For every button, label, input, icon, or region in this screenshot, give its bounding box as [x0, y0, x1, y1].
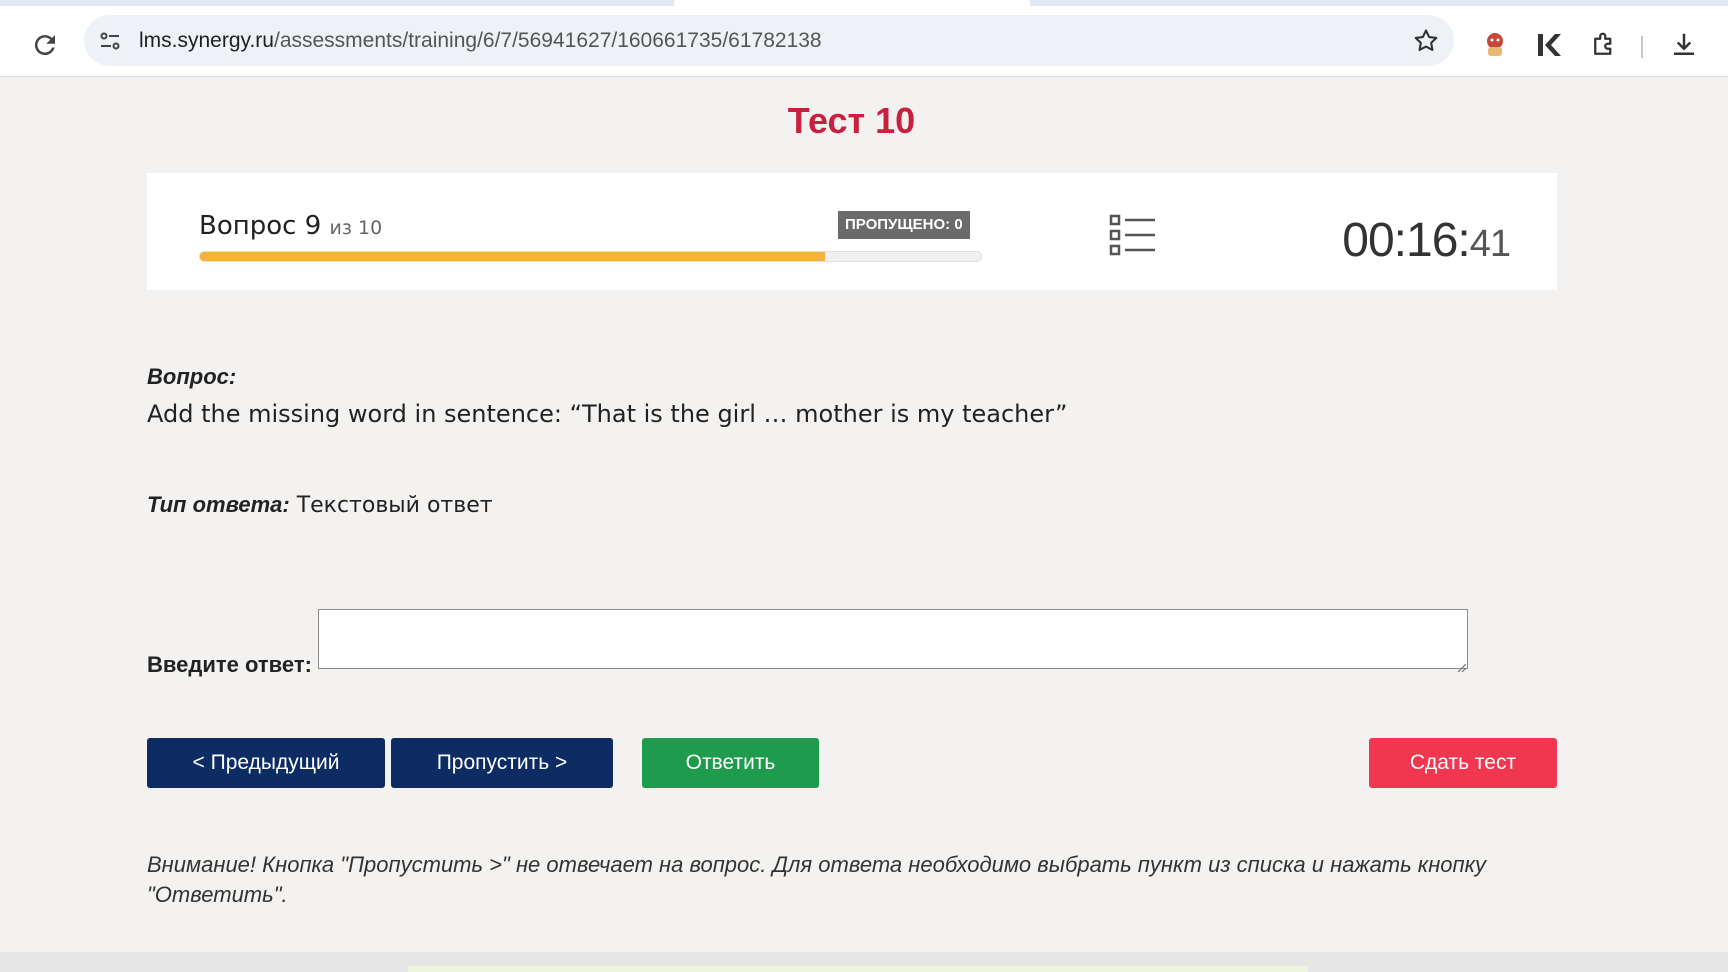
question-label: Вопрос:	[147, 364, 237, 389]
browser-toolbar: lms.synergy.ru/assessments/training/6/7/…	[0, 6, 1728, 77]
question-list-icon[interactable]	[1108, 213, 1158, 257]
previous-button[interactable]: < Предыдущий	[147, 738, 385, 788]
answer-input[interactable]	[318, 609, 1468, 669]
question-total: из 10	[329, 217, 383, 239]
url-host: lms.synergy.ru	[139, 29, 274, 52]
warning-note: Внимание! Кнопка "Пропустить >" не отвеч…	[147, 852, 1487, 907]
page-title: Тест 10	[787, 100, 916, 141]
question-text: Add the missing word in sentence: “That …	[147, 400, 1068, 428]
site-info-icon[interactable]	[98, 29, 122, 53]
kaspersky-icon[interactable]	[1534, 30, 1564, 60]
timer-main: 00:16:	[1342, 214, 1470, 267]
extension-avatar-icon[interactable]	[1480, 30, 1510, 60]
answer-type-value: Текстовый ответ	[296, 493, 493, 518]
question-number: Вопрос 9	[199, 211, 322, 241]
submit-test-button[interactable]: Сдать тест	[1369, 738, 1557, 788]
toolbar-separator	[1641, 36, 1643, 58]
extensions-puzzle-icon[interactable]	[1589, 30, 1619, 60]
url-path: /assessments/training/6/7/56941627/16066…	[273, 29, 822, 52]
status-panel: Вопрос 9 из 10 ПРОПУЩЕНО: 0 00:16:41	[147, 173, 1557, 290]
download-icon[interactable]	[1669, 30, 1699, 60]
horizontal-scrollbar[interactable]	[0, 952, 1728, 972]
answer-type-label: Тип ответа:	[147, 492, 290, 517]
answer-type: Тип ответа: Текстовый ответ	[147, 492, 493, 518]
address-bar[interactable]: lms.synergy.ru/assessments/training/6/7/…	[84, 15, 1454, 66]
progress-bar	[199, 251, 982, 262]
skip-button[interactable]: Пропустить >	[391, 738, 613, 788]
answer-button[interactable]: Ответить	[642, 738, 819, 788]
answer-label: Введите ответ:	[147, 652, 312, 677]
resize-grip-icon[interactable]	[1456, 657, 1467, 673]
bookmark-star-icon[interactable]	[1412, 27, 1440, 55]
skipped-badge: ПРОПУЩЕНО: 0	[838, 211, 970, 239]
reload-icon[interactable]	[30, 30, 60, 60]
timer: 00:16:41	[1342, 213, 1511, 268]
progress-fill	[200, 252, 825, 261]
question-counter: Вопрос 9 из 10	[199, 211, 382, 241]
timer-seconds: 41	[1469, 223, 1511, 265]
url-text[interactable]: lms.synergy.ru/assessments/training/6/7/…	[139, 29, 822, 53]
scrollbar-track	[408, 966, 1308, 972]
